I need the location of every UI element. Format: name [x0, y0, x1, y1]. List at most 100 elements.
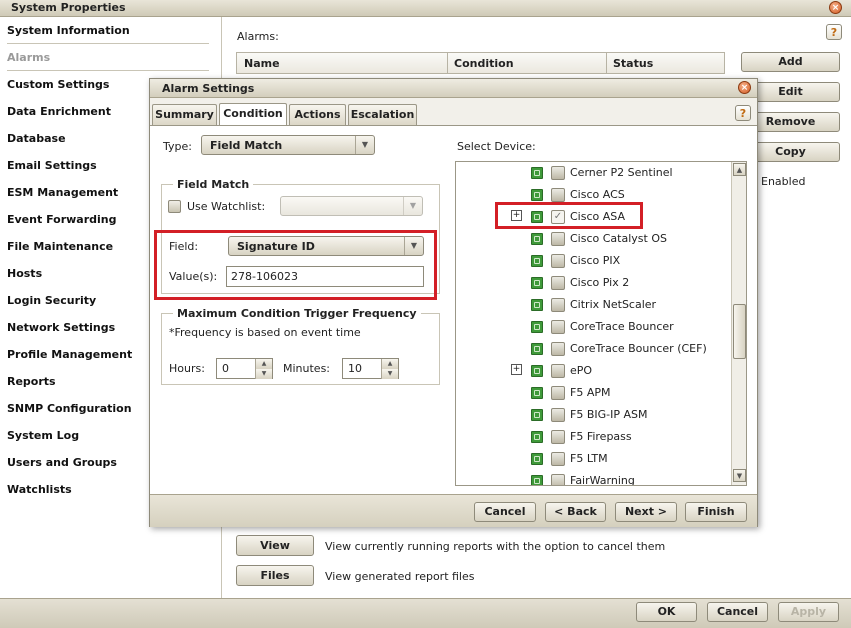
add-button[interactable]: Add: [741, 52, 840, 72]
back-button[interactable]: < Back: [545, 502, 606, 522]
wizard-button-bar: Cancel < Back Next > Finish: [150, 494, 757, 527]
chevron-down-icon[interactable]: ▼: [733, 469, 746, 482]
column-name[interactable]: Name: [244, 57, 280, 70]
list-item[interactable]: Cisco PIX: [456, 250, 734, 272]
hours-value: 0: [222, 362, 229, 375]
sidebar-item-esm-management[interactable]: ESM Management: [7, 186, 118, 199]
device-checkbox[interactable]: [551, 430, 565, 444]
device-icon: [531, 321, 543, 333]
list-item[interactable]: F5 APM: [456, 382, 734, 404]
sidebar-item-watchlists[interactable]: Watchlists: [7, 483, 72, 496]
sidebar-item-file-maintenance[interactable]: File Maintenance: [7, 240, 113, 253]
device-label: F5 BIG-IP ASM: [570, 408, 648, 421]
sidebar-item-hosts[interactable]: Hosts: [7, 267, 42, 280]
minutes-stepper[interactable]: 10 ▲ ▼: [342, 358, 399, 379]
device-icon: [531, 387, 543, 399]
device-checkbox[interactable]: [551, 452, 565, 466]
ok-button[interactable]: OK: [636, 602, 697, 622]
tab-actions[interactable]: Actions: [289, 104, 346, 125]
device-checkbox[interactable]: [551, 408, 565, 422]
tab-condition[interactable]: Condition: [219, 103, 287, 126]
column-condition[interactable]: Condition: [454, 57, 514, 70]
sidebar-item-alarms[interactable]: Alarms: [7, 51, 50, 64]
dialog-titlebar: Alarm Settings ×: [150, 79, 757, 98]
device-checkbox[interactable]: [551, 298, 565, 312]
sidebar-item-snmp-configuration[interactable]: SNMP Configuration: [7, 402, 132, 415]
view-button[interactable]: View: [236, 535, 314, 556]
hours-stepper[interactable]: 0 ▲ ▼: [216, 358, 273, 379]
use-watchlist-checkbox[interactable]: [168, 200, 181, 213]
watchlist-dropdown[interactable]: ▼: [280, 196, 423, 216]
sidebar-item-database[interactable]: Database: [7, 132, 66, 145]
help-icon[interactable]: ?: [826, 24, 842, 40]
window-title: System Properties: [11, 1, 126, 14]
field-dropdown[interactable]: Signature ID ▼: [228, 236, 424, 256]
device-label: Cisco PIX: [570, 254, 621, 267]
list-item[interactable]: CoreTrace Bouncer (CEF): [456, 338, 734, 360]
chevron-up-icon[interactable]: ▲: [381, 359, 398, 369]
chevron-up-icon[interactable]: ▲: [255, 359, 272, 369]
chevron-up-icon[interactable]: ▲: [733, 163, 746, 176]
wizard-cancel-button[interactable]: Cancel: [474, 502, 536, 522]
device-icon: [531, 365, 543, 377]
values-input[interactable]: 278-106023: [226, 266, 424, 287]
sidebar-item-network-settings[interactable]: Network Settings: [7, 321, 115, 334]
column-status[interactable]: Status: [613, 57, 653, 70]
files-button[interactable]: Files: [236, 565, 314, 586]
tab-escalation[interactable]: Escalation: [348, 104, 417, 125]
sidebar-item-system-log[interactable]: System Log: [7, 429, 79, 442]
tab-summary[interactable]: Summary: [152, 104, 217, 125]
list-item[interactable]: F5 LTM: [456, 448, 734, 470]
list-item[interactable]: F5 Firepass: [456, 426, 734, 448]
finish-button[interactable]: Finish: [685, 502, 747, 522]
cancel-button[interactable]: Cancel: [707, 602, 768, 622]
device-checkbox[interactable]: [551, 276, 565, 290]
close-icon[interactable]: ×: [738, 81, 751, 94]
device-icon: [531, 431, 543, 443]
device-checkbox[interactable]: [551, 320, 565, 334]
device-checkbox[interactable]: [551, 232, 565, 246]
device-checkbox[interactable]: [551, 254, 565, 268]
chevron-down-icon: ▼: [355, 136, 374, 154]
sidebar-item-users-and-groups[interactable]: Users and Groups: [7, 456, 117, 469]
chevron-down-icon[interactable]: ▼: [381, 369, 398, 379]
list-item[interactable]: Cisco Pix 2: [456, 272, 734, 294]
frequency-title: Maximum Condition Trigger Frequency: [173, 307, 421, 320]
device-label: Cisco ACS: [570, 188, 625, 201]
sidebar-item-custom-settings[interactable]: Custom Settings: [7, 78, 109, 91]
device-checkbox[interactable]: [551, 188, 565, 202]
frequency-note: *Frequency is based on event time: [169, 326, 361, 339]
device-checkbox[interactable]: [551, 166, 565, 180]
chevron-down-icon: ▼: [403, 197, 422, 215]
list-item[interactable]: Cisco Catalyst OS: [456, 228, 734, 250]
list-item[interactable]: + ePO: [456, 360, 734, 382]
sidebar-item-event-forwarding[interactable]: Event Forwarding: [7, 213, 116, 226]
divider: [606, 53, 607, 74]
window-titlebar: System Properties ×: [0, 0, 851, 17]
scrollbar-thumb[interactable]: [733, 304, 746, 359]
list-item[interactable]: Citrix NetScaler: [456, 294, 734, 316]
list-item[interactable]: CoreTrace Bouncer: [456, 316, 734, 338]
device-checkbox[interactable]: [551, 386, 565, 400]
device-label: Citrix NetScaler: [570, 298, 657, 311]
next-button[interactable]: Next >: [615, 502, 677, 522]
list-item[interactable]: F5 BIG-IP ASM: [456, 404, 734, 426]
sidebar-item-login-security[interactable]: Login Security: [7, 294, 96, 307]
sidebar-item-profile-management[interactable]: Profile Management: [7, 348, 132, 361]
sidebar-item-data-enrichment[interactable]: Data Enrichment: [7, 105, 111, 118]
device-checkbox[interactable]: [551, 342, 565, 356]
list-item[interactable]: FairWarning: [456, 470, 734, 485]
sidebar-item-reports[interactable]: Reports: [7, 375, 56, 388]
close-icon[interactable]: ×: [829, 1, 842, 14]
type-dropdown[interactable]: Field Match ▼: [201, 135, 375, 155]
device-checkbox[interactable]: [551, 474, 565, 485]
device-checkbox[interactable]: [551, 364, 565, 378]
scrollbar[interactable]: ▲ ▼: [731, 162, 746, 485]
help-icon[interactable]: ?: [735, 105, 751, 121]
list-item[interactable]: Cerner P2 Sentinel: [456, 162, 734, 184]
sidebar-item-email-settings[interactable]: Email Settings: [7, 159, 97, 172]
sidebar-item-system-information[interactable]: System Information: [7, 24, 130, 37]
chevron-down-icon[interactable]: ▼: [255, 369, 272, 379]
expand-icon[interactable]: +: [511, 364, 522, 375]
apply-button[interactable]: Apply: [778, 602, 839, 622]
